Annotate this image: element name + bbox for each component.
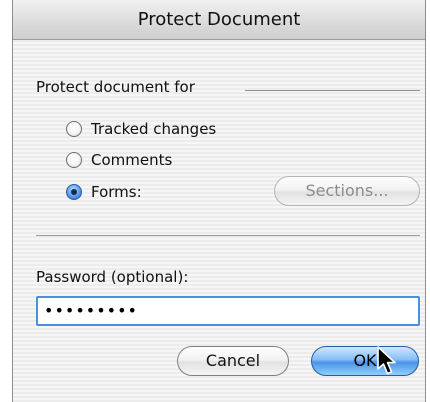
radio-tracked-changes[interactable]: Tracked changes: [66, 117, 216, 141]
protect-for-label: Protect document for: [36, 78, 195, 96]
sections-button[interactable]: Sections...: [274, 176, 420, 206]
radio-button[interactable]: [66, 121, 82, 137]
cancel-button[interactable]: Cancel: [177, 346, 289, 376]
group-divider: [245, 90, 420, 91]
radio-comments[interactable]: Comments: [66, 148, 172, 172]
radio-button-selected[interactable]: [66, 184, 82, 200]
radio-label-forms: Forms:: [91, 183, 142, 201]
radio-button[interactable]: [66, 152, 82, 168]
separator-line: [36, 235, 420, 236]
dialog-title: Protect Document: [137, 9, 301, 30]
title-bar[interactable]: Protect Document: [13, 0, 425, 40]
radio-label-comments: Comments: [91, 151, 173, 169]
radio-label-tracked-changes: Tracked changes: [91, 120, 217, 138]
ok-button[interactable]: OK: [311, 346, 419, 376]
protect-document-dialog: Protect Document Protect document for Tr…: [12, 0, 426, 402]
radio-forms[interactable]: Forms:: [66, 180, 142, 204]
arrow-cursor-icon: [377, 346, 396, 375]
password-field[interactable]: •••••••••: [36, 296, 420, 326]
password-label: Password (optional):: [36, 268, 189, 286]
